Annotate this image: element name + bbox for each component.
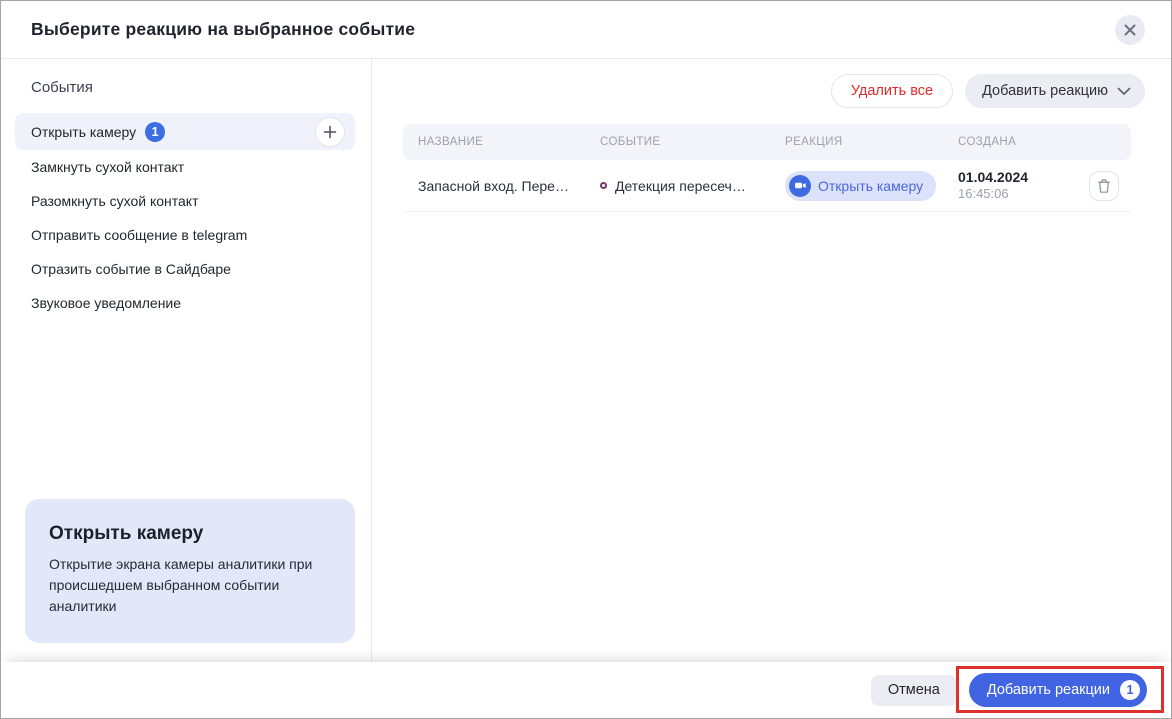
table-row: Запасной вход. Пере… Детекция пересеч… О… — [403, 160, 1131, 212]
info-card-description: Открытие экрана камеры аналитики при про… — [49, 556, 313, 614]
event-type-ring-icon — [600, 182, 607, 189]
dialog-footer: Отмена Добавить реакции 1 — [1, 662, 1171, 718]
events-heading: События — [31, 79, 93, 96]
submit-count-badge: 1 — [1120, 680, 1140, 700]
dialog-body: События Открыть камеру 1 Замкнуть сухой … — [1, 59, 1171, 662]
reactions-panel: Удалить все Добавить реакцию НАЗВАНИЕ СО… — [372, 59, 1171, 662]
event-count-badge: 1 — [145, 121, 166, 142]
column-header-name: НАЗВАНИЕ — [418, 136, 484, 148]
event-item-label: Звуковое уведомление — [31, 295, 182, 311]
event-item-label: Разомкнуть сухой контакт — [31, 193, 199, 209]
event-item-label: Замкнуть сухой контакт — [31, 159, 185, 175]
event-item-label: Открыть камеру — [31, 123, 137, 140]
add-reaction-dropdown-button[interactable]: Добавить реакцию — [965, 74, 1145, 108]
sidebar-item-open-camera[interactable]: Открыть камеру 1 — [15, 113, 355, 150]
dialog-header: Выберите реакцию на выбранное событие — [1, 1, 1171, 59]
row-event-label: Детекция пересеч… — [615, 177, 746, 194]
submit-add-reactions-button[interactable]: Добавить реакции 1 — [968, 673, 1147, 707]
sidebar-item-show-in-sidebar[interactable]: Отразить событие в Сайдбаре — [15, 252, 355, 286]
row-created: 01.04.2024 16:45:06 — [958, 168, 1089, 203]
events-sidebar: События Открыть камеру 1 Замкнуть сухой … — [1, 59, 372, 662]
row-created-time: 16:45:06 — [958, 186, 1009, 202]
camera-icon — [789, 174, 811, 197]
row-event: Детекция пересеч… — [600, 178, 785, 194]
column-header-created: СОЗДАНА — [958, 136, 1017, 148]
reaction-dialog: Выберите реакцию на выбранное событие Со… — [0, 0, 1172, 719]
selected-event-info-card: Открыть камеру Открытие экрана камеры ан… — [25, 499, 355, 643]
row-reaction-cell: Открыть камеру — [785, 170, 958, 201]
submit-button-label: Добавить реакции — [986, 682, 1110, 698]
add-reaction-plus-button[interactable] — [315, 116, 345, 147]
event-item-label: Отразить событие в Сайдбаре — [31, 261, 231, 277]
column-header-event: СОБЫТИЕ — [600, 136, 661, 148]
info-card-title: Открыть камеру — [49, 523, 204, 544]
chevron-down-icon — [1117, 87, 1131, 96]
table-header-row: НАЗВАНИЕ СОБЫТИЕ РЕАКЦИЯ СОЗДАНА — [403, 124, 1131, 160]
trash-icon — [1097, 178, 1111, 193]
row-name: Запасной вход. Пере… — [418, 177, 569, 194]
column-header-reaction: РЕАКЦИЯ — [785, 136, 843, 148]
dialog-title: Выберите реакцию на выбранное событие — [31, 19, 416, 39]
close-icon — [1123, 23, 1137, 37]
reactions-toolbar: Удалить все Добавить реакцию — [403, 74, 1145, 108]
sidebar-item-sound-notification[interactable]: Звуковое уведомление — [15, 286, 355, 320]
delete-row-button[interactable] — [1089, 170, 1119, 201]
reactions-table: НАЗВАНИЕ СОБЫТИЕ РЕАКЦИЯ СОЗДАНА Запасно… — [403, 124, 1131, 212]
sidebar-item-close-dry-contact[interactable]: Замкнуть сухой контакт — [15, 150, 355, 184]
plus-icon — [322, 124, 338, 140]
row-created-date: 01.04.2024 — [958, 168, 1029, 185]
delete-all-button[interactable]: Удалить все — [830, 74, 954, 108]
add-reaction-dropdown-label: Добавить реакцию — [982, 83, 1108, 99]
event-item-label: Отправить сообщение в telegram — [31, 227, 248, 243]
reaction-pill[interactable]: Открыть камеру — [785, 170, 937, 201]
reaction-pill-label: Открыть камеру — [818, 177, 924, 194]
close-button[interactable] — [1115, 15, 1145, 45]
cancel-button[interactable]: Отмена — [870, 674, 957, 706]
sidebar-item-send-telegram[interactable]: Отправить сообщение в telegram — [15, 218, 355, 252]
sidebar-item-open-dry-contact[interactable]: Разомкнуть сухой контакт — [15, 184, 355, 218]
row-actions-cell — [1089, 170, 1131, 201]
